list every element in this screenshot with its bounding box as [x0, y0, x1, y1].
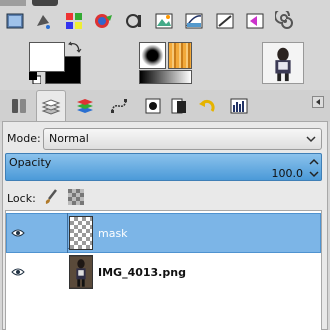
tab-images[interactable] — [224, 92, 254, 120]
tool-partial-left[interactable] — [0, 0, 26, 6]
default-colors-icon[interactable] — [29, 72, 42, 85]
tab-histogram[interactable] — [164, 92, 194, 120]
mode-label: Mode: — [7, 132, 41, 145]
tab-tool-options[interactable] — [4, 92, 34, 120]
layer-row-mask[interactable] — [6, 213, 321, 253]
visibility-eye-icon[interactable] — [11, 267, 25, 277]
mode-select[interactable]: Normal — [43, 128, 322, 150]
swirl-icon[interactable] — [273, 10, 297, 32]
spin-up-icon[interactable] — [309, 157, 319, 167]
color-picker-grid-icon[interactable] — [62, 10, 86, 32]
lock-alpha-icon[interactable] — [68, 189, 86, 205]
color-circle-icon[interactable] — [92, 10, 116, 32]
layer-name[interactable]: IMG_4013.png — [98, 266, 186, 279]
layer-thumbnail[interactable] — [69, 255, 93, 289]
curves-icon[interactable] — [182, 10, 206, 32]
tab-paths[interactable] — [104, 92, 134, 120]
opacity-label: Opacity — [9, 156, 52, 169]
tab-channels[interactable] — [70, 92, 100, 120]
spin-down-icon[interactable] — [309, 169, 319, 179]
swap-colors-icon[interactable] — [68, 40, 82, 54]
foreground-color-swatch[interactable] — [29, 42, 65, 72]
opacity-value[interactable]: 100.0 — [272, 167, 304, 180]
visibility-eye-icon[interactable] — [11, 228, 25, 238]
tree-line — [67, 213, 68, 253]
active-image-thumbnail[interactable] — [262, 42, 304, 84]
lock-pixels-icon[interactable] — [42, 189, 60, 205]
rectangle-select-icon[interactable] — [3, 10, 27, 32]
brush-preview[interactable] — [139, 42, 166, 69]
paint-select-icon[interactable] — [243, 10, 267, 32]
opacity-slider[interactable]: Opacity 100.0 — [5, 153, 322, 181]
image-adjust-icon[interactable] — [152, 10, 176, 32]
paint-bucket-icon[interactable] — [31, 10, 55, 32]
lock-label: Lock: — [7, 192, 36, 205]
mask-thumbnail[interactable] — [69, 216, 93, 250]
tab-menu-icon[interactable] — [312, 96, 324, 108]
tab-layers[interactable] — [36, 90, 66, 122]
gradient-preview[interactable] — [139, 70, 192, 84]
levels-gear-icon[interactable] — [122, 10, 146, 32]
chevron-down-icon — [306, 136, 316, 143]
pattern-preview[interactable] — [168, 42, 192, 69]
measure-icon[interactable] — [213, 10, 237, 32]
mode-value: Normal — [49, 132, 89, 145]
tab-undo-history[interactable] — [192, 92, 222, 120]
layer-name[interactable]: mask — [98, 227, 128, 240]
tool-partial-active[interactable] — [32, 0, 58, 6]
